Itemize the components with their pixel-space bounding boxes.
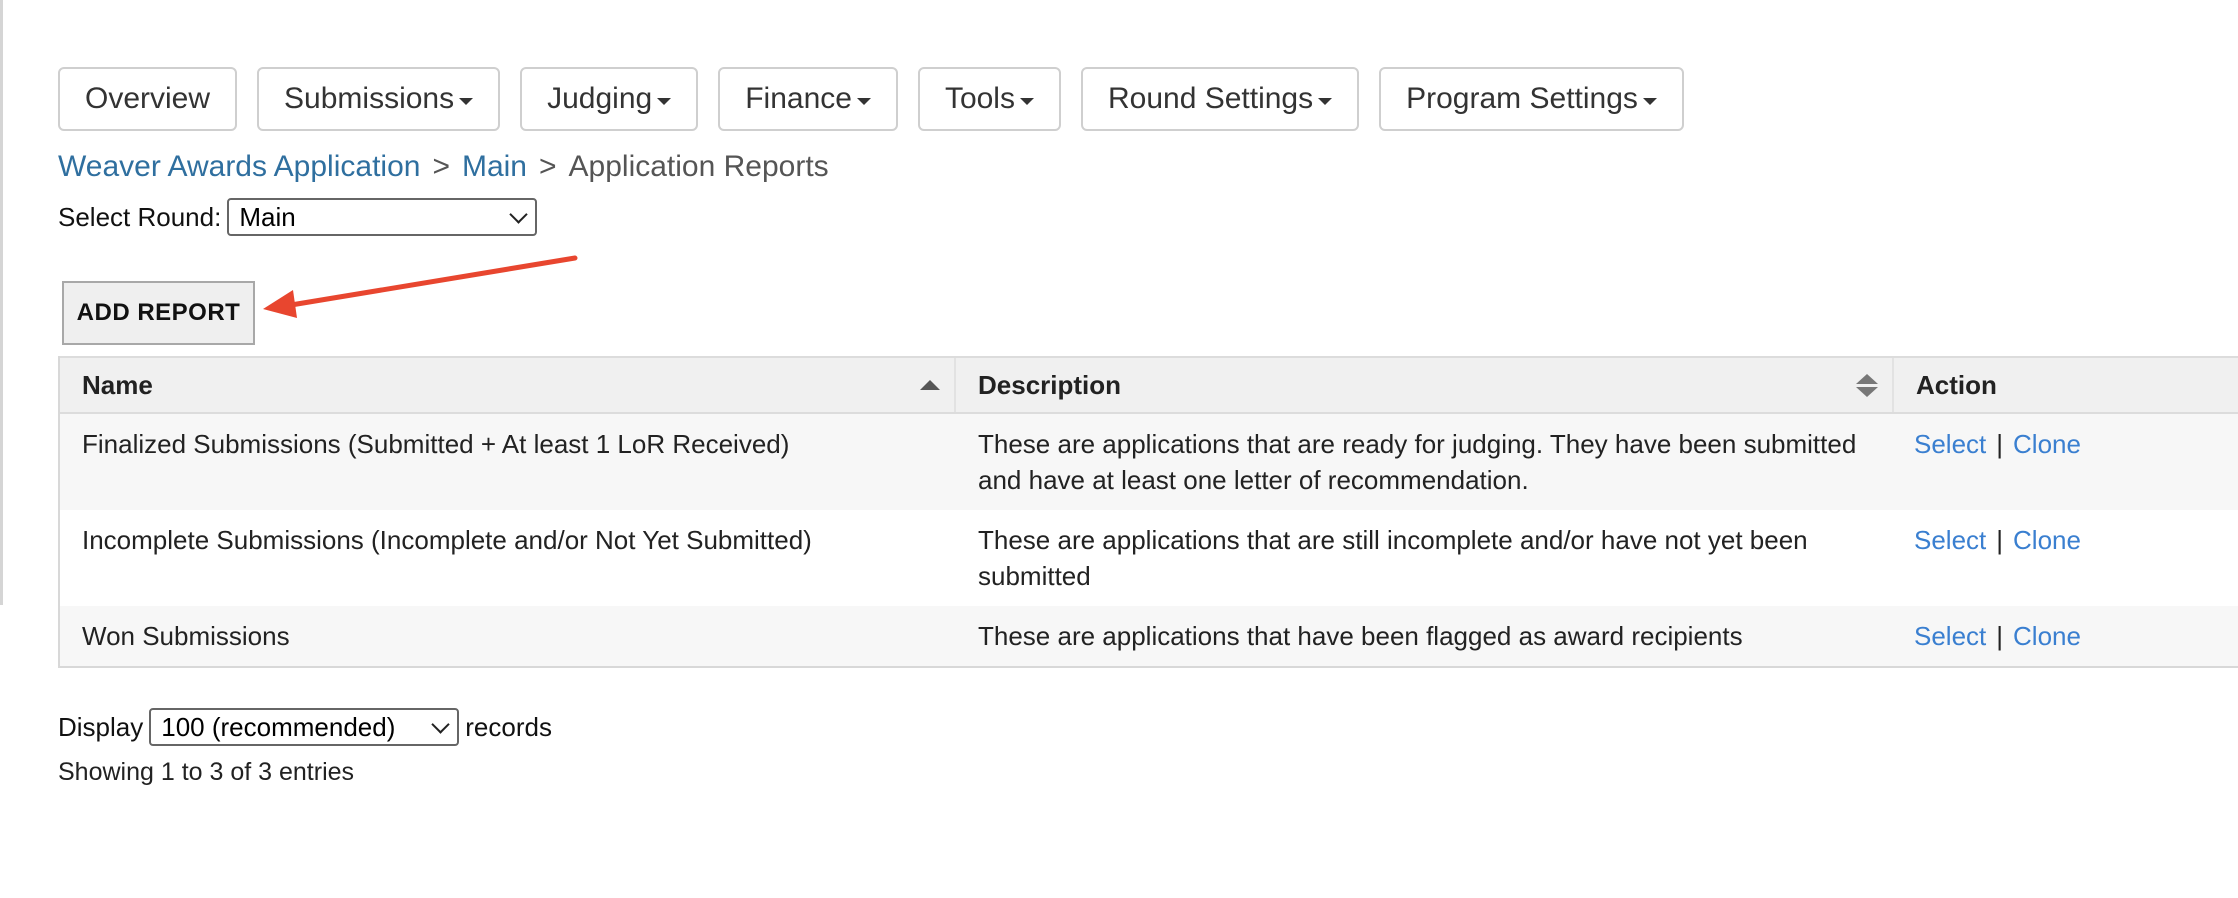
sort-asc-icon: [920, 380, 940, 390]
report-actions: Select | Clone: [1914, 525, 2081, 555]
table-row: Won Submissions These are applications t…: [60, 606, 2238, 666]
report-actions: Select | Clone: [1914, 429, 2081, 459]
select-link[interactable]: Select: [1914, 525, 1986, 555]
table-row: Finalized Submissions (Submitted + At le…: [60, 414, 2238, 510]
round-selector-row: Select Round: Main: [58, 198, 538, 236]
report-description: These are applications that are ready fo…: [978, 429, 1857, 495]
report-name: Won Submissions: [82, 621, 290, 651]
chevron-down-icon: [509, 204, 529, 224]
report-name: Finalized Submissions (Submitted + At le…: [82, 429, 790, 459]
table-row: Incomplete Submissions (Incomplete and/o…: [60, 510, 2238, 606]
round-select-value: Main: [239, 201, 296, 232]
table-info: Showing 1 to 3 of 3 entries: [58, 758, 355, 786]
breadcrumb-round-link[interactable]: Main: [462, 150, 527, 184]
nav-tools-button[interactable]: Tools: [917, 67, 1061, 131]
column-header-action: Action: [1916, 369, 1997, 400]
caret-down-icon: [1642, 98, 1657, 105]
breadcrumb-separator: >: [539, 150, 557, 183]
report-description: These are applications that are still in…: [978, 525, 1808, 591]
nav-overview-button[interactable]: Overview: [58, 67, 238, 131]
red-arrow-annotation: [263, 255, 578, 318]
round-select-label: Select Round:: [58, 201, 222, 232]
report-description: These are applications that have been fl…: [978, 621, 1743, 651]
round-select[interactable]: Main: [227, 198, 538, 236]
nav-round-settings-button[interactable]: Round Settings: [1080, 67, 1360, 131]
top-nav: Overview Submissions Judging Finance Too…: [58, 67, 1684, 131]
column-header-name[interactable]: Name: [60, 358, 956, 412]
clone-link[interactable]: Clone: [2013, 621, 2081, 651]
table-header: Name Description Action: [60, 356, 2238, 414]
display-label: Display: [58, 711, 144, 742]
report-name: Incomplete Submissions (Incomplete and/o…: [82, 525, 812, 555]
column-header-description[interactable]: Description: [956, 358, 1894, 412]
select-link[interactable]: Select: [1914, 429, 1986, 459]
nav-finance-button[interactable]: Finance: [718, 67, 898, 131]
breadcrumb-separator: >: [432, 150, 450, 183]
sort-both-icon: [1856, 374, 1878, 398]
breadcrumb-current: Application Reports: [568, 150, 829, 183]
caret-down-icon: [459, 98, 474, 105]
clone-link[interactable]: Clone: [2013, 429, 2081, 459]
caret-down-icon: [1019, 98, 1034, 105]
records-label: records: [465, 711, 552, 742]
caret-down-icon: [1318, 98, 1333, 105]
add-report-button[interactable]: ADD REPORT: [62, 281, 255, 345]
clone-link[interactable]: Clone: [2013, 525, 2081, 555]
select-link[interactable]: Select: [1914, 621, 1986, 651]
nav-program-settings-button[interactable]: Program Settings: [1379, 67, 1684, 131]
breadcrumb: Weaver Awards Application > Main > Appli…: [58, 150, 829, 184]
nav-submissions-button[interactable]: Submissions: [257, 67, 501, 131]
breadcrumb-program-link[interactable]: Weaver Awards Application: [58, 150, 420, 184]
reports-table: Name Description Action Finalized Submis…: [58, 356, 2238, 668]
page-length-value: 100 (recommended): [161, 711, 396, 742]
nav-judging-button[interactable]: Judging: [520, 67, 699, 131]
caret-down-icon: [657, 98, 672, 105]
left-panel-edge: [0, 0, 3, 605]
caret-down-icon: [856, 98, 871, 105]
chevron-down-icon: [431, 714, 450, 734]
report-actions: Select | Clone: [1914, 621, 2081, 651]
page-length-select[interactable]: 100 (recommended): [149, 708, 460, 746]
page-length-row: Display 100 (recommended) records: [58, 708, 552, 746]
